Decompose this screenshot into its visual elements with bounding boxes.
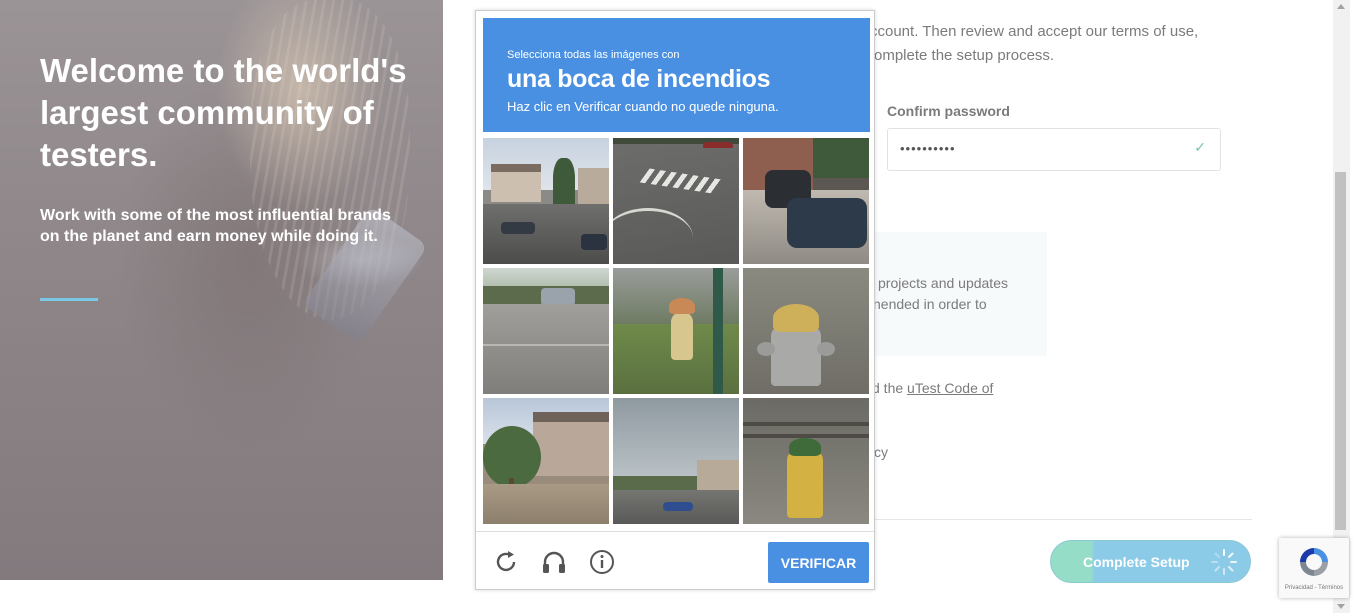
captcha-tile[interactable] [483, 138, 609, 264]
complete-setup-button[interactable]: Complete Setup [1050, 540, 1251, 583]
form-intro-line-2: omplete the setup process. [874, 47, 1055, 64]
code-of-conduct-link[interactable]: uTest Code of [907, 380, 993, 396]
confirm-password-value: •••••••••• [900, 141, 956, 156]
captcha-header: Selecciona todas las imágenes con una bo… [483, 18, 870, 132]
captcha-tile[interactable] [743, 138, 869, 264]
info-line-1: projects and updates [878, 275, 1008, 291]
form-intro-line-1: ccount. Then review and accept our terms… [870, 23, 1199, 40]
headphones-icon[interactable] [540, 548, 568, 576]
badge-privacy-text[interactable]: Privacidad - Términos [1279, 585, 1349, 591]
complete-setup-label: Complete Setup [1083, 554, 1190, 570]
captcha-tile[interactable] [483, 398, 609, 524]
confirm-password-field[interactable]: •••••••••• ✓ [887, 128, 1221, 171]
spinner-icon [1211, 549, 1237, 575]
captcha-footer-divider [476, 531, 874, 532]
code-prefix: d the [872, 380, 908, 396]
captcha-tile[interactable] [613, 268, 739, 394]
verify-button[interactable]: VERIFICAR [768, 542, 869, 583]
info-box: projects and updates nended in order to [860, 232, 1047, 356]
hero-subtitle: Work with some of the most influential b… [40, 207, 391, 245]
info-icon[interactable] [588, 548, 616, 576]
code-of-conduct-text: d the uTest Code of [872, 380, 993, 396]
scroll-down-icon[interactable] [1337, 604, 1345, 609]
captcha-tile[interactable] [743, 398, 869, 524]
info-line-2: nended in order to [873, 296, 987, 312]
captcha-hint: Haz clic en Verificar cuando no quede ni… [507, 99, 779, 114]
privacy-text: cy [874, 444, 888, 460]
confirm-password-label: Confirm password [887, 103, 1010, 119]
captcha-tile[interactable] [613, 138, 739, 264]
hero-panel: Welcome to the world's largest community… [0, 0, 443, 580]
captcha-tile[interactable] [613, 398, 739, 524]
reload-icon[interactable] [492, 548, 520, 576]
scroll-up-icon[interactable] [1337, 4, 1345, 9]
captcha-target: una boca de incendios [507, 65, 771, 93]
scrollbar-thumb[interactable] [1335, 172, 1346, 530]
captcha-dialog: Selecciona todas las imágenes con una bo… [475, 10, 875, 590]
captcha-image-grid [483, 138, 870, 525]
form-divider [870, 519, 1252, 520]
page-scrollbar[interactable] [1333, 0, 1350, 613]
recaptcha-badge[interactable]: Privacidad - Términos [1279, 538, 1349, 598]
captcha-tile[interactable] [743, 268, 869, 394]
hero-accent-line [40, 298, 98, 301]
recaptcha-logo-icon [1300, 548, 1328, 576]
check-icon: ✓ [1194, 139, 1206, 155]
hero-title: Welcome to the world's largest community… [40, 52, 407, 173]
captcha-instruction: Selecciona todas las imágenes con [507, 49, 680, 61]
captcha-tile[interactable] [483, 268, 609, 394]
